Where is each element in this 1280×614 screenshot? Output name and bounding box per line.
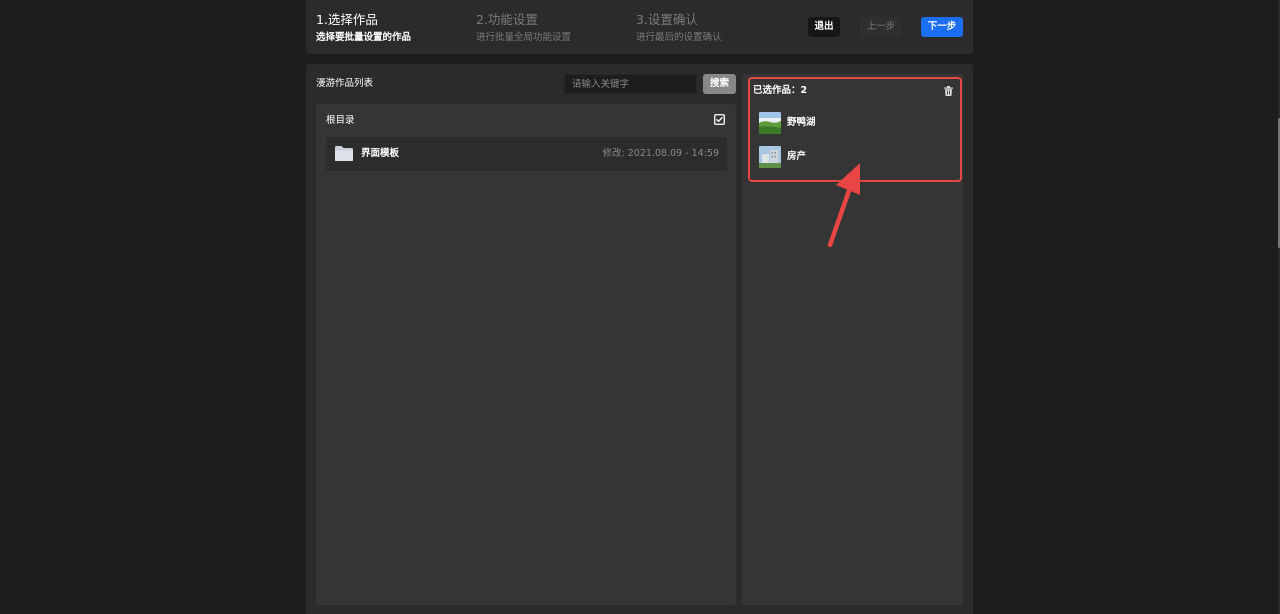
step-confirm[interactable]: 3.设置确认 进行最后的设置确认 bbox=[636, 12, 722, 44]
wizard-header: 1.选择作品 选择要批量设置的作品 2.功能设置 进行批量全局功能设置 3.设置… bbox=[306, 0, 973, 54]
step-feature-settings[interactable]: 2.功能设置 进行批量全局功能设置 bbox=[476, 12, 571, 44]
folder-panel: 根目录 界面模板 修改: 2021.08.09 - 14:59 bbox=[316, 104, 736, 605]
folder-icon bbox=[335, 146, 353, 161]
next-step-button[interactable]: 下一步 bbox=[921, 17, 963, 37]
works-list-title: 漫游作品列表 bbox=[316, 78, 374, 89]
step-title: 2.功能设置 bbox=[476, 12, 538, 27]
annotation-arrow bbox=[827, 163, 860, 248]
select-all-checkbox-icon[interactable] bbox=[714, 114, 725, 125]
step-title: 3.设置确认 bbox=[636, 12, 698, 27]
step-title: 1.选择作品 bbox=[316, 12, 378, 27]
folder-modified-date: 修改: 2021.08.09 - 14:59 bbox=[602, 148, 719, 159]
folder-name: 界面模板 bbox=[361, 148, 400, 159]
step-subtitle: 选择要批量设置的作品 bbox=[316, 32, 412, 43]
folder-row[interactable]: 界面模板 修改: 2021.08.09 - 14:59 bbox=[326, 137, 727, 171]
step-subtitle: 进行批量全局功能设置 bbox=[476, 32, 572, 43]
step-subtitle: 进行最后的设置确认 bbox=[636, 32, 722, 43]
search-input[interactable] bbox=[564, 74, 697, 94]
previous-step-button[interactable]: 上一步 bbox=[860, 17, 902, 37]
root-directory-label: 根目录 bbox=[326, 115, 355, 126]
main-content: 漫游作品列表 搜索 根目录 界面模板 修改: 2021.08.09 - 14:5… bbox=[306, 64, 973, 614]
step-select-works[interactable]: 1.选择作品 选择要批量设置的作品 bbox=[316, 12, 411, 44]
search-button[interactable]: 搜索 bbox=[703, 74, 736, 94]
exit-button[interactable]: 退出 bbox=[808, 17, 840, 37]
